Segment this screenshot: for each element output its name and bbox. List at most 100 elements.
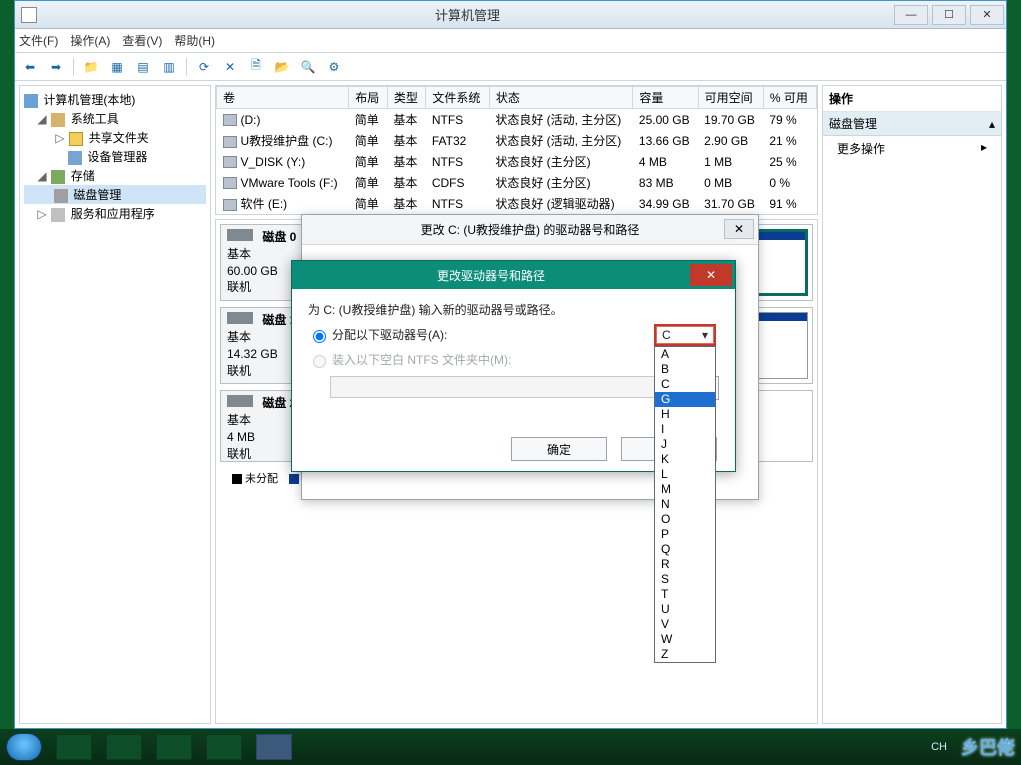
volume-icon xyxy=(223,199,237,211)
drive-letter-option[interactable]: I xyxy=(655,422,715,437)
change-dialog-title: 更改驱动器号和路径 xyxy=(292,267,690,284)
drive-letter-option[interactable]: Z xyxy=(655,647,715,662)
twisty-icon[interactable]: ▷ xyxy=(54,131,66,145)
volume-row[interactable]: U教授维护盘 (C:)简单基本FAT32状态良好 (活动, 主分区)13.66 … xyxy=(217,130,817,151)
taskbar-item[interactable] xyxy=(56,734,92,760)
app-icon xyxy=(21,7,37,23)
tree-services[interactable]: 服务和应用程序 xyxy=(71,207,155,221)
view2-icon[interactable]: ▤ xyxy=(132,56,154,78)
actions-panel: 操作 磁盘管理 ▴ 更多操作 ▸ xyxy=(822,85,1002,724)
nav-tree: 计算机管理(本地) ◢ 系统工具 ▷ 共享文件夹 设备管理器 ◢ 存储 xyxy=(19,85,211,724)
volume-row[interactable]: V_DISK (Y:)简单基本NTFS状态良好 (主分区)4 MB1 MB25 … xyxy=(217,151,817,172)
drive-letter-option[interactable]: H xyxy=(655,407,715,422)
refresh-icon[interactable]: ⟳ xyxy=(193,56,215,78)
taskbar-item-active[interactable] xyxy=(256,734,292,760)
col-pct[interactable]: % 可用 xyxy=(763,87,816,109)
tree-system-tools[interactable]: 系统工具 xyxy=(71,112,119,126)
drive-letter-option[interactable]: P xyxy=(655,527,715,542)
view-icon[interactable]: ▦ xyxy=(106,56,128,78)
chevron-right-icon: ▸ xyxy=(981,140,987,157)
path-dialog-title: 更改 C: (U教授维护盘) 的驱动器号和路径 xyxy=(421,221,640,238)
drive-letter-combobox[interactable]: C ▾ xyxy=(654,324,716,346)
settings-icon[interactable]: ⚙ xyxy=(323,56,345,78)
drive-letter-option[interactable]: M xyxy=(655,482,715,497)
drive-letter-dropdown[interactable]: ABCGHIJKLMNOPQRSTUVWZ xyxy=(654,346,716,663)
col-fs[interactable]: 文件系统 xyxy=(426,87,489,109)
drive-letter-option[interactable]: G xyxy=(655,392,715,407)
start-button[interactable] xyxy=(6,733,42,761)
window-maximize[interactable]: ☐ xyxy=(932,5,966,25)
mount-folder-input xyxy=(330,376,663,398)
titlebar[interactable]: 计算机管理 — ☐ ✕ xyxy=(15,1,1006,29)
search-icon[interactable]: 🔍 xyxy=(297,56,319,78)
drive-letter-option[interactable]: T xyxy=(655,587,715,602)
drive-letter-option[interactable]: W xyxy=(655,632,715,647)
view3-icon[interactable]: ▥ xyxy=(158,56,180,78)
drive-letter-option[interactable]: O xyxy=(655,512,715,527)
window-close[interactable]: ✕ xyxy=(970,5,1004,25)
assign-letter-radio[interactable] xyxy=(313,330,326,343)
folder-icon[interactable]: 📁 xyxy=(80,56,102,78)
drive-letter-option[interactable]: S xyxy=(655,572,715,587)
volume-icon xyxy=(223,177,237,189)
computer-icon xyxy=(24,94,38,108)
hdd-icon xyxy=(227,395,253,407)
actions-more[interactable]: 更多操作 ▸ xyxy=(823,136,1001,161)
drive-letter-option[interactable]: Q xyxy=(655,542,715,557)
col-type[interactable]: 类型 xyxy=(387,87,426,109)
col-status[interactable]: 状态 xyxy=(489,87,633,109)
change-dialog-close[interactable]: ✕ xyxy=(690,264,732,286)
col-free[interactable]: 可用空间 xyxy=(698,87,763,109)
taskbar-item[interactable] xyxy=(206,734,242,760)
nav-back-icon[interactable]: ⬅ xyxy=(19,56,41,78)
ime-indicator[interactable]: CH xyxy=(931,741,947,753)
window-minimize[interactable]: — xyxy=(894,5,928,25)
volume-icon xyxy=(223,156,237,168)
actions-section[interactable]: 磁盘管理 ▴ xyxy=(823,112,1001,136)
open-icon[interactable]: 📂 xyxy=(271,56,293,78)
path-dialog-close[interactable]: ✕ xyxy=(724,219,754,239)
tree-disk-mgmt[interactable]: 磁盘管理 xyxy=(73,188,121,202)
tree-storage[interactable]: 存储 xyxy=(71,169,95,183)
tree-root[interactable]: 计算机管理(本地) xyxy=(24,90,206,109)
volume-row[interactable]: 软件 (E:)简单基本NTFS状态良好 (逻辑驱动器)34.99 GB31.70… xyxy=(217,193,817,214)
taskbar-item[interactable] xyxy=(156,734,192,760)
delete-icon[interactable]: ✕ xyxy=(219,56,241,78)
menubar: 文件(F) 操作(A) 查看(V) 帮助(H) xyxy=(15,29,1006,53)
menu-file[interactable]: 文件(F) xyxy=(19,32,58,49)
mount-folder-radio[interactable] xyxy=(313,355,326,368)
taskbar-item[interactable] xyxy=(106,734,142,760)
properties-icon[interactable]: 🗎 xyxy=(245,56,267,78)
drive-letter-option[interactable]: R xyxy=(655,557,715,572)
drive-letter-option[interactable]: A xyxy=(655,347,715,362)
change-dialog-ok[interactable]: 确定 xyxy=(511,437,607,461)
taskbar[interactable]: CH 乡巴佬 xyxy=(0,729,1021,765)
drive-letter-option[interactable]: N xyxy=(655,497,715,512)
twisty-icon[interactable]: ▷ xyxy=(36,207,48,221)
tree-shared[interactable]: 共享文件夹 xyxy=(89,131,149,145)
drive-letter-option[interactable]: L xyxy=(655,467,715,482)
volume-row[interactable]: VMware Tools (F:)简单基本CDFS状态良好 (主分区)83 MB… xyxy=(217,172,817,193)
twisty-collapsed-icon[interactable]: ◢ xyxy=(36,112,48,126)
menu-help[interactable]: 帮助(H) xyxy=(174,32,215,49)
menu-action[interactable]: 操作(A) xyxy=(70,32,110,49)
volume-list: 卷 布局 类型 文件系统 状态 容量 可用空间 % 可用 (D:)简单基本NTF… xyxy=(215,85,818,215)
col-volume[interactable]: 卷 xyxy=(217,87,349,109)
twisty-expanded-icon[interactable]: ◢ xyxy=(36,169,48,183)
hdd-icon xyxy=(227,312,253,324)
actions-header: 操作 xyxy=(823,86,1001,112)
nav-forward-icon[interactable]: ➡ xyxy=(45,56,67,78)
col-cap[interactable]: 容量 xyxy=(633,87,698,109)
volume-icon xyxy=(223,114,237,126)
tree-device[interactable]: 设备管理器 xyxy=(87,150,147,164)
volume-row[interactable]: (D:)简单基本NTFS状态良好 (活动, 主分区)25.00 GB19.70 … xyxy=(217,109,817,131)
drive-letter-option[interactable]: U xyxy=(655,602,715,617)
window-title: 计算机管理 xyxy=(43,5,892,24)
col-layout[interactable]: 布局 xyxy=(349,87,388,109)
drive-letter-option[interactable]: C xyxy=(655,377,715,392)
drive-letter-option[interactable]: J xyxy=(655,437,715,452)
drive-letter-option[interactable]: B xyxy=(655,362,715,377)
menu-view[interactable]: 查看(V) xyxy=(122,32,162,49)
drive-letter-option[interactable]: K xyxy=(655,452,715,467)
drive-letter-option[interactable]: V xyxy=(655,617,715,632)
